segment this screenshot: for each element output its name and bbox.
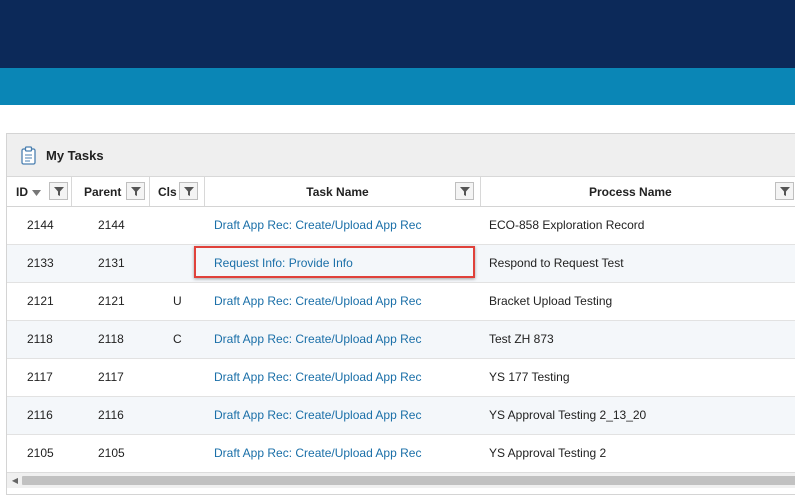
scroll-left-icon[interactable]: ◀ bbox=[9, 475, 21, 486]
column-header-id[interactable]: ID bbox=[7, 177, 72, 206]
scrollbar-thumb[interactable] bbox=[22, 476, 795, 485]
cell-id: 2117 bbox=[27, 370, 53, 384]
cell-id: 2105 bbox=[27, 446, 54, 460]
cell-id: 2118 bbox=[27, 332, 53, 346]
cell-process-name: YS Approval Testing 2_13_20 bbox=[489, 408, 647, 422]
cell-id: 2121 bbox=[27, 294, 54, 308]
app-header-bar bbox=[0, 0, 795, 68]
panel-title: My Tasks bbox=[46, 147, 104, 163]
filter-icon[interactable] bbox=[775, 182, 794, 200]
cell-id: 2133 bbox=[27, 256, 54, 270]
table-row[interactable]: 2116 2116 Draft App Rec: Create/Upload App… bbox=[7, 397, 795, 435]
filter-icon[interactable] bbox=[49, 182, 68, 200]
column-label-process-name: Process Name bbox=[589, 184, 672, 199]
filter-icon[interactable] bbox=[126, 182, 145, 200]
annotation-highlight-box bbox=[194, 246, 475, 278]
filter-icon[interactable] bbox=[179, 182, 198, 200]
my-tasks-panel: My Tasks ID Parent Cls Task Name Process… bbox=[6, 133, 795, 495]
column-label-cls: Cls bbox=[158, 184, 177, 199]
cell-process-name: YS Approval Testing 2 bbox=[489, 446, 607, 460]
column-label-id: ID bbox=[16, 184, 28, 199]
cell-process-name: Test ZH 873 bbox=[489, 332, 554, 346]
table-header: ID Parent Cls Task Name Process Name bbox=[7, 177, 795, 207]
table-row[interactable]: 2144 2144 Draft App Rec: Create/Upload App… bbox=[7, 207, 795, 245]
filter-icon[interactable] bbox=[455, 182, 474, 200]
cell-process-name: Respond to Request Test bbox=[489, 256, 624, 270]
cell-parent: 2121 bbox=[98, 294, 125, 308]
app-nav-bar bbox=[0, 68, 795, 105]
cell-parent: 2131 bbox=[98, 256, 125, 270]
cell-id: 2144 bbox=[27, 218, 54, 232]
cell-id: 2116 bbox=[27, 408, 53, 422]
cell-cls: C bbox=[173, 332, 182, 346]
column-label-parent: Parent bbox=[84, 184, 122, 199]
table-row[interactable]: 2117 2117 Draft App Rec: Create/Upload App… bbox=[7, 359, 795, 397]
cell-process-name: YS 177 Testing bbox=[489, 370, 570, 384]
column-header-parent[interactable]: Parent bbox=[72, 177, 150, 206]
cell-parent: 2116 bbox=[98, 408, 124, 422]
task-name-link[interactable]: Draft App Rec: Create/Upload App Rec bbox=[214, 321, 421, 358]
table-row[interactable]: 2105 2105 Draft App Rec: Create/Upload App… bbox=[7, 435, 795, 473]
task-name-link[interactable]: Draft App Rec: Create/Upload App Rec bbox=[214, 435, 421, 472]
cell-parent: 2144 bbox=[98, 218, 125, 232]
task-name-link[interactable]: Draft App Rec: Create/Upload App Rec bbox=[214, 359, 421, 396]
sort-down-icon[interactable] bbox=[32, 185, 41, 199]
cell-parent: 2117 bbox=[98, 370, 124, 384]
column-header-cls[interactable]: Cls bbox=[150, 177, 205, 206]
table-row[interactable]: 2118 2118 C Draft App Rec: Create/Upload Ap… bbox=[7, 321, 795, 359]
task-name-link[interactable]: Draft App Rec: Create/Upload App Rec bbox=[214, 283, 421, 320]
horizontal-scrollbar[interactable]: ◀ bbox=[7, 472, 795, 488]
table-row[interactable]: 2121 2121 U Draft App Rec: Create/Upload Ap… bbox=[7, 283, 795, 321]
cell-process-name: ECO-858 Exploration Record bbox=[489, 218, 645, 232]
column-header-process-name[interactable]: Process Name bbox=[481, 177, 795, 206]
task-name-link[interactable]: Draft App Rec: Create/Upload App Rec bbox=[214, 207, 421, 244]
cell-cls: U bbox=[173, 294, 182, 308]
clipboard-icon bbox=[20, 145, 37, 165]
task-name-link[interactable]: Draft App Rec: Create/Upload App Rec bbox=[214, 397, 421, 434]
cell-process-name: Bracket Upload Testing bbox=[489, 294, 613, 308]
panel-header: My Tasks bbox=[7, 134, 795, 177]
column-header-task-name[interactable]: Task Name bbox=[205, 177, 481, 206]
column-label-task-name: Task Name bbox=[306, 184, 369, 199]
cell-parent: 2105 bbox=[98, 446, 125, 460]
cell-parent: 2118 bbox=[98, 332, 124, 346]
